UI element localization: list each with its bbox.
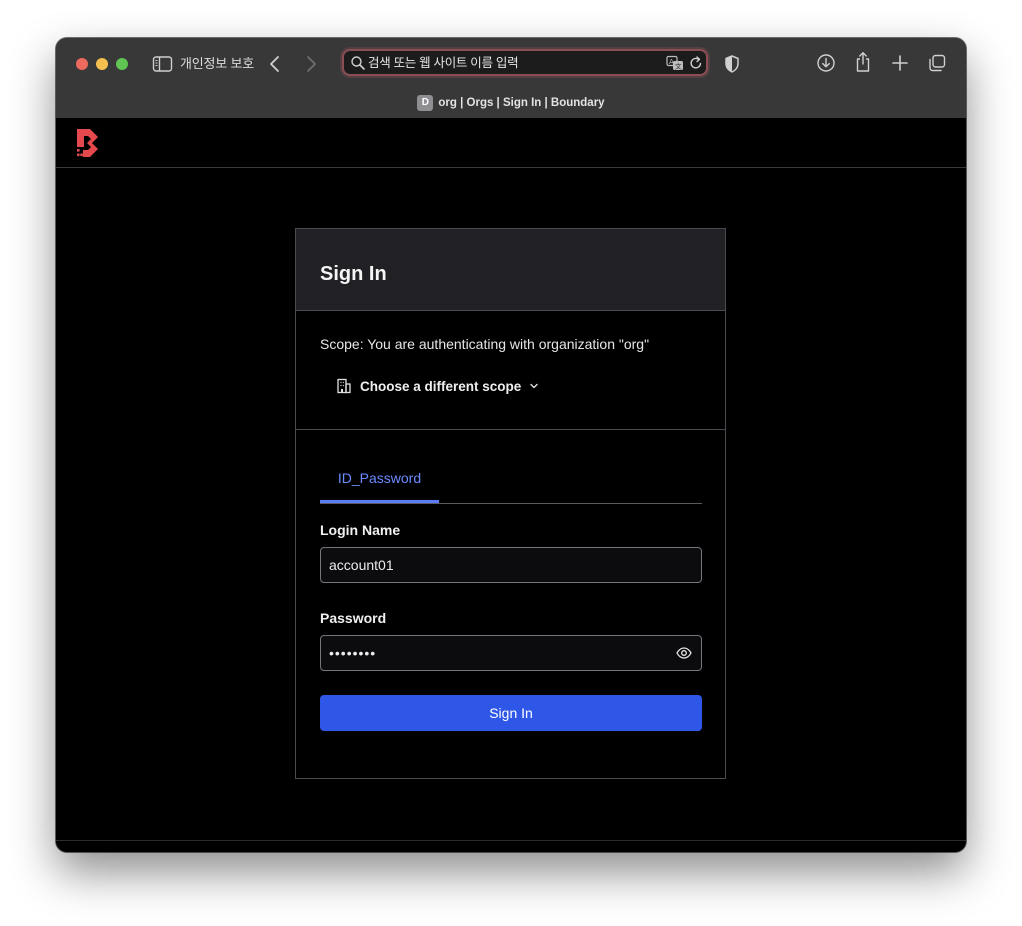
private-browsing-label[interactable]: 개인정보 보호 [180,55,254,73]
translate-icon[interactable]: A 文 [666,55,684,71]
sign-in-card-header: Sign In [296,229,725,311]
scope-section: Scope: You are authenticating with organ… [296,311,725,430]
download-icon[interactable] [816,53,836,73]
sign-in-card: Sign In Scope: You are authenticating wi… [295,228,726,779]
choose-scope-button[interactable]: Choose a different scope [336,376,539,396]
page-title: Sign In [320,263,387,285]
password-label: Password [320,610,387,626]
reload-icon[interactable] [689,55,703,71]
login-name-input[interactable] [320,547,702,583]
new-tab-plus-icon[interactable] [890,53,910,73]
sidebar-toggle-icon[interactable] [152,55,174,73]
tab-id-password[interactable]: ID_Password [320,461,439,503]
building-icon [337,378,351,394]
back-arrow-icon[interactable] [266,54,284,74]
address-bar[interactable]: A 文 [342,49,708,76]
window-minimize-button[interactable] [96,58,108,70]
login-name-label: Login Name [320,522,401,538]
svg-text:文: 文 [675,62,682,71]
page-content: Sign In Scope: You are authenticating wi… [56,118,966,852]
tab-favicon-icon: D [417,95,434,111]
sign-in-button[interactable]: Sign In [320,695,702,731]
footer-divider [56,840,966,841]
share-icon[interactable] [854,51,872,73]
browser-toolbar: 개인정보 보호 A 文 [56,38,966,119]
tab-overview-icon[interactable] [927,53,947,73]
forward-arrow-icon[interactable] [302,54,320,74]
choose-scope-label: Choose a different scope [360,378,522,394]
boundary-logo-icon[interactable] [76,128,100,158]
chevron-down-icon [530,383,538,389]
search-icon [351,56,365,70]
tab-title-text: org | Orgs | Sign In | Boundary [438,97,605,109]
window-zoom-button[interactable] [116,58,128,70]
active-tab[interactable]: Dorg | Orgs | Sign In | Boundary [56,95,966,111]
window-close-button[interactable] [76,58,88,70]
scope-description: Scope: You are authenticating with organ… [320,336,650,352]
address-input[interactable] [368,54,638,72]
app-header [56,118,966,168]
show-password-eye-icon[interactable] [676,645,692,661]
auth-method-tabs: ID_Password [320,461,702,504]
browser-window: 개인정보 보호 A 文 [56,38,966,852]
password-input[interactable] [320,635,702,671]
privacy-shield-icon[interactable] [724,54,740,74]
